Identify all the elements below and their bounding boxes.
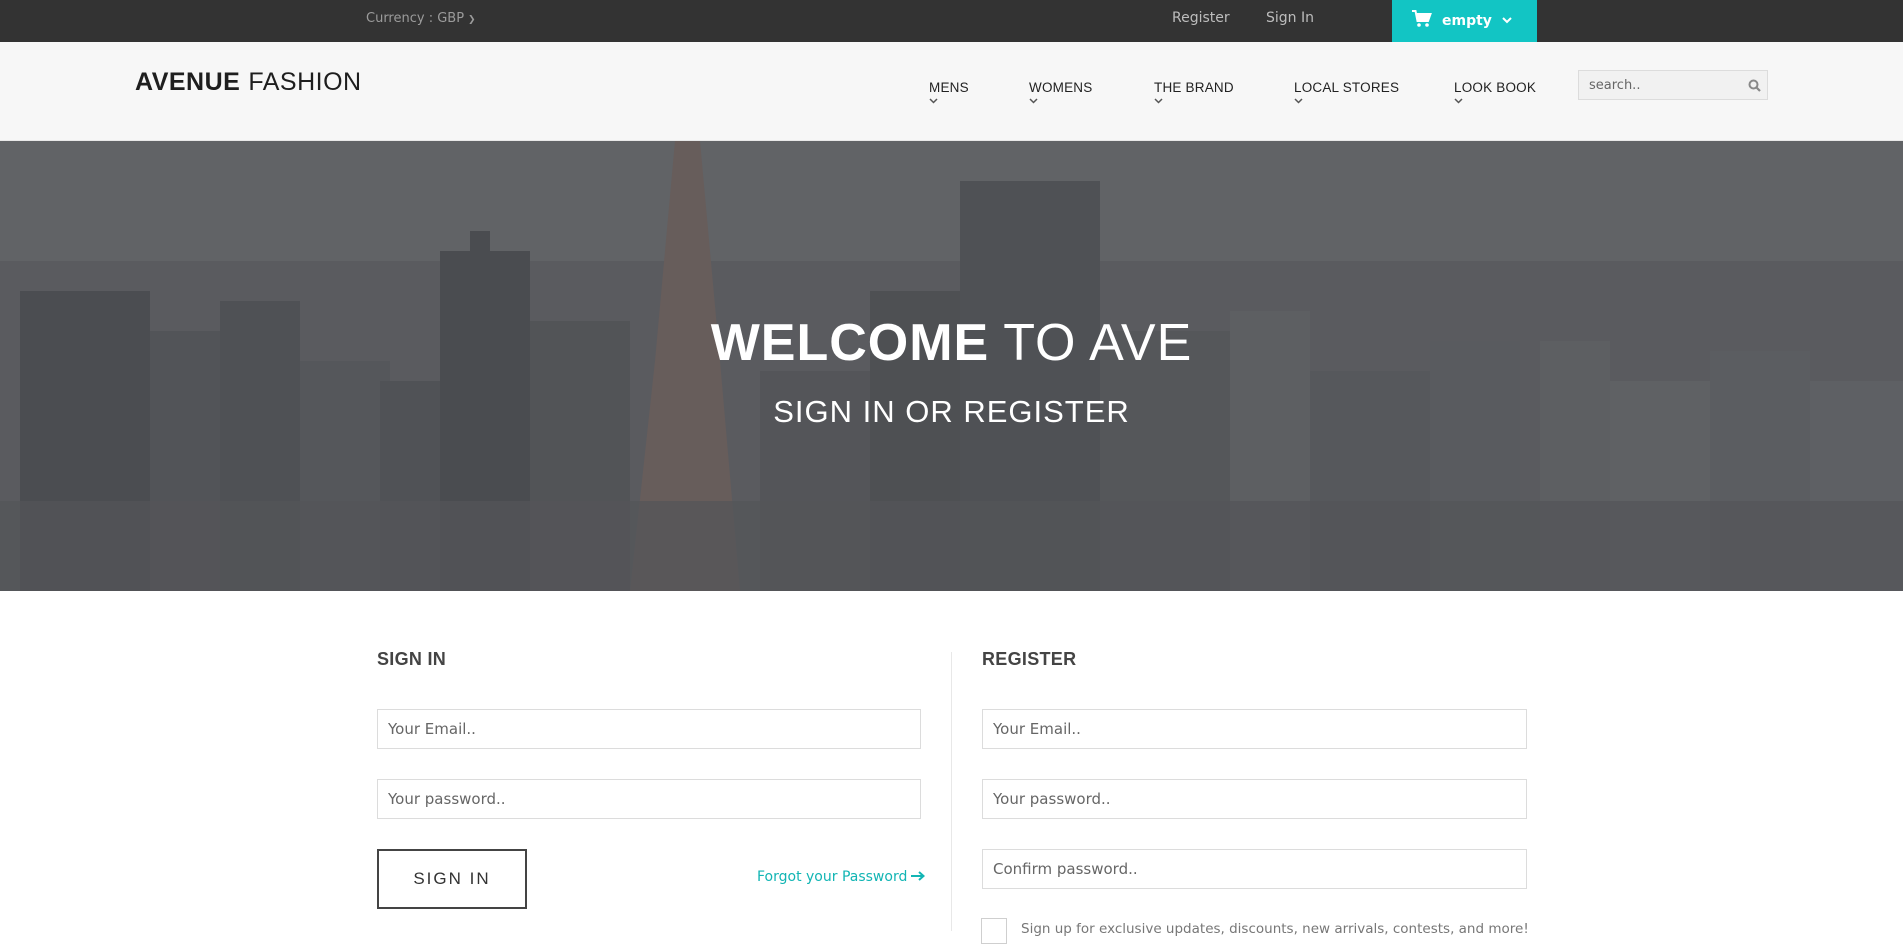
search-input[interactable]	[1579, 71, 1741, 99]
nav-label: LOCAL STORES	[1294, 80, 1400, 95]
logo-bold: AVENUE	[135, 68, 241, 96]
chevron-down-icon	[1029, 97, 1038, 107]
sign-in-email-field	[377, 709, 921, 749]
cart-button[interactable]: empty	[1392, 0, 1537, 42]
hero-banner: WELCOME TO AVE SIGN IN OR REGISTER	[0, 141, 1903, 591]
nav-item-mens[interactable]: MENS	[929, 80, 969, 107]
cart-icon	[1412, 10, 1432, 32]
hero-subtitle: SIGN IN OR REGISTER	[773, 394, 1130, 429]
logo-light: FASHION	[248, 68, 362, 96]
newsletter-checkbox[interactable]	[981, 918, 1007, 944]
currency-selector[interactable]: Currency : GBP ❯	[366, 11, 476, 26]
cart-label: empty	[1442, 13, 1492, 29]
top-bar: Currency : GBP ❯ Register Sign In empty	[0, 0, 1903, 42]
register-link[interactable]: Register	[1172, 10, 1230, 26]
arrow-right-icon	[911, 869, 926, 885]
currency-label: Currency : GBP	[366, 11, 465, 26]
nav-item-look-book[interactable]: LOOK BOOK	[1454, 80, 1536, 107]
sign-in-button[interactable]: SIGN IN	[377, 849, 527, 909]
nav-item-local-stores[interactable]: LOCAL STORES	[1294, 80, 1399, 107]
register-heading: REGISTER	[982, 649, 1077, 669]
nav-item-the-brand[interactable]: THE BRAND	[1154, 80, 1234, 107]
register-password-input[interactable]	[983, 780, 1526, 818]
forgot-password-link[interactable]: Forgot your Password	[757, 869, 926, 885]
sign-in-email-input[interactable]	[378, 710, 920, 748]
chevron-down-icon	[929, 97, 938, 107]
register-confirm-password-field	[982, 849, 1527, 889]
site-logo[interactable]: AVENUE FASHION	[135, 68, 362, 97]
nav-label: MENS	[929, 80, 969, 95]
hero-title-light: TO AVE	[1003, 314, 1193, 372]
chevron-down-icon: ❯	[468, 14, 476, 25]
search-icon[interactable]	[1741, 79, 1767, 92]
nav-item-womens[interactable]: WOMENS	[1029, 80, 1092, 107]
chevron-down-icon	[1154, 97, 1163, 107]
chevron-down-icon	[1454, 97, 1463, 107]
search-box	[1578, 70, 1768, 100]
register-password-field	[982, 779, 1527, 819]
sign-in-link[interactable]: Sign In	[1266, 10, 1314, 26]
hero-title: WELCOME TO AVE	[0, 313, 1903, 373]
forgot-password-label: Forgot your Password	[757, 869, 908, 885]
register-confirm-password-input[interactable]	[983, 850, 1526, 888]
column-divider	[951, 652, 952, 931]
nav-label: THE BRAND	[1154, 80, 1234, 95]
newsletter-label: Sign up for exclusive updates, discounts…	[1021, 921, 1529, 937]
sign-in-password-input[interactable]	[378, 780, 920, 818]
chevron-down-icon	[1294, 97, 1303, 107]
sign-in-password-field	[377, 779, 921, 819]
hero-title-bold: WELCOME	[710, 314, 990, 372]
sign-in-heading: SIGN IN	[377, 649, 447, 669]
chevron-down-icon	[1502, 16, 1512, 27]
nav-label: WOMENS	[1029, 80, 1093, 95]
nav-label: LOOK BOOK	[1454, 80, 1537, 95]
register-email-input[interactable]	[983, 710, 1526, 748]
register-email-field	[982, 709, 1527, 749]
